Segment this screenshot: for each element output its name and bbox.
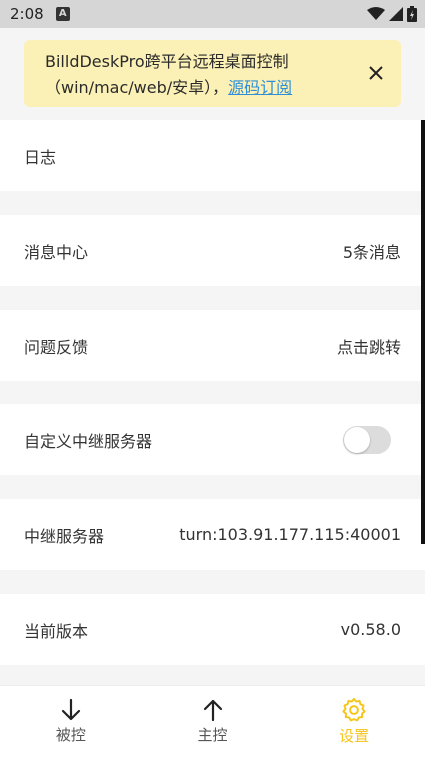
close-icon	[369, 66, 383, 80]
notice-area: BilldDeskPro跨平台远程桌面控制（win/mac/web/安卓），源码…	[0, 28, 425, 120]
settings-row-messages[interactable]: 消息中心 5条消息	[0, 215, 425, 286]
nav-tab-controlled[interactable]: 被控	[0, 686, 142, 757]
version-value: v0.58.0	[340, 620, 401, 639]
battery-icon	[407, 6, 417, 22]
arrow-down-icon	[61, 698, 80, 721]
wifi-icon	[367, 7, 385, 20]
custom-relay-toggle[interactable]	[343, 425, 391, 454]
nav-label-controller: 主控	[197, 726, 228, 744]
settings-row-version: 当前版本 v0.58.0	[0, 594, 425, 665]
gear-icon	[342, 697, 366, 722]
notice-banner: BilldDeskPro跨平台远程桌面控制（win/mac/web/安卓），源码…	[24, 40, 401, 107]
toggle-knob	[344, 426, 370, 453]
nav-label-settings: 设置	[339, 727, 370, 745]
settings-row-feedback[interactable]: 问题反馈 点击跳转	[0, 310, 425, 381]
nav-tab-controller[interactable]: 主控	[142, 686, 284, 757]
source-subscribe-link[interactable]: 源码订阅	[228, 78, 292, 97]
nav-tab-settings[interactable]: 设置	[283, 686, 425, 757]
version-label: 当前版本	[24, 621, 89, 641]
messages-label: 消息中心	[24, 242, 89, 262]
scrollbar[interactable]	[421, 120, 425, 544]
feedback-value: 点击跳转	[336, 337, 401, 357]
relay-server-value: turn:103.91.177.115:40001	[179, 525, 401, 544]
settings-row-relay-server[interactable]: 中继服务器 turn:103.91.177.115:40001	[0, 499, 425, 570]
close-banner-button[interactable]	[363, 60, 389, 86]
feedback-label: 问题反馈	[24, 337, 89, 357]
status-time: 2:08	[10, 5, 44, 23]
arrow-up-icon	[203, 699, 222, 722]
log-label: 日志	[24, 147, 57, 167]
settings-row-log[interactable]: 日志	[0, 120, 425, 191]
settings-row-custom-relay: 自定义中继服务器	[0, 404, 425, 475]
custom-relay-label: 自定义中继服务器	[24, 431, 153, 451]
nav-label-controlled: 被控	[55, 726, 86, 744]
relay-server-label: 中继服务器	[24, 526, 105, 546]
bottom-nav: 被控 主控 设置	[0, 685, 425, 757]
notification-badge-icon: A	[55, 7, 70, 21]
status-bar: 2:08 A	[0, 0, 425, 28]
signal-icon	[389, 7, 403, 21]
messages-count: 5条消息	[342, 242, 401, 262]
